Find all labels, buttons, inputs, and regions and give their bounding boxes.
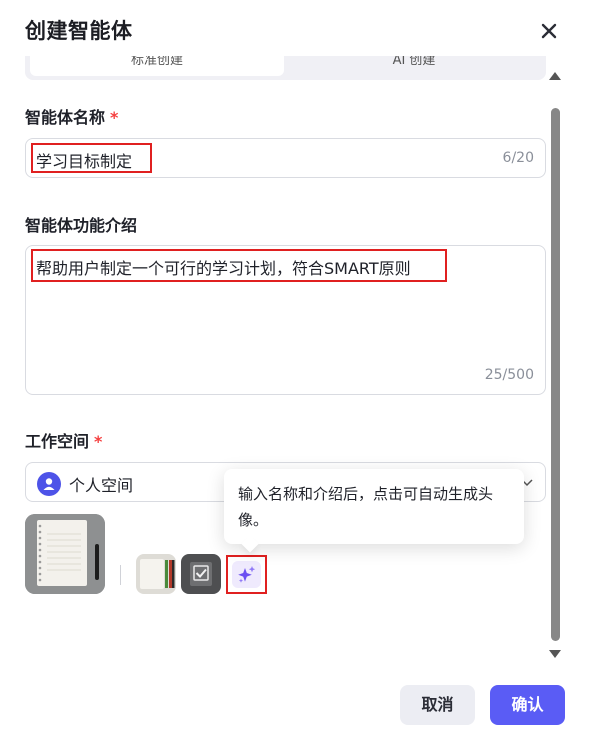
name-char-counter: 6/20	[502, 150, 534, 166]
agent-description-textarea[interactable]: 帮助用户制定一个可行的学习计划，符合SMART原则 25/500	[25, 245, 546, 395]
create-agent-dialog: 创建智能体 标准创建 AI 创建 智能体名称 * 学习目标制定 6/20 智能体功…	[0, 0, 591, 741]
required-mark: *	[94, 432, 103, 451]
icon-option-checkbox-book[interactable]	[181, 554, 221, 594]
description-label: 智能体功能介绍	[25, 216, 138, 235]
selected-avatar-image	[25, 514, 105, 594]
create-mode-switch: 标准创建 AI 创建	[25, 56, 546, 80]
icon-divider	[120, 565, 121, 585]
agent-name-value: 学习目标制定	[36, 152, 133, 171]
cancel-button[interactable]: 取消	[400, 685, 475, 725]
agent-description-value: 帮助用户制定一个可行的学习计划，符合SMART原则	[36, 259, 411, 278]
required-mark: *	[110, 108, 119, 127]
description-char-counter: 25/500	[484, 367, 534, 383]
tab-standard-create[interactable]: 标准创建	[30, 56, 284, 76]
tab-ai-create[interactable]: AI 创建	[287, 56, 541, 76]
confirm-button[interactable]: 确认	[490, 685, 565, 725]
agent-name-input[interactable]: 学习目标制定 6/20	[25, 138, 546, 178]
workspace-label: 工作空间 *	[25, 432, 103, 451]
close-icon[interactable]	[536, 18, 562, 44]
generate-avatar-button[interactable]	[226, 555, 267, 594]
scroll-up-arrow-icon[interactable]	[549, 72, 561, 80]
generate-avatar-tooltip: 输入名称和介绍后，点击可自动生成头像。	[224, 469, 524, 553]
sparkle-icon	[232, 561, 261, 588]
name-label: 智能体名称 *	[25, 108, 119, 127]
scrollbar-thumb[interactable]	[551, 108, 560, 641]
icon-option-notebook-pens[interactable]	[136, 554, 176, 594]
user-icon	[37, 472, 61, 496]
scroll-down-arrow-icon[interactable]	[549, 650, 561, 658]
dialog-title: 创建智能体	[25, 19, 133, 43]
workspace-value: 个人空间	[69, 476, 134, 495]
